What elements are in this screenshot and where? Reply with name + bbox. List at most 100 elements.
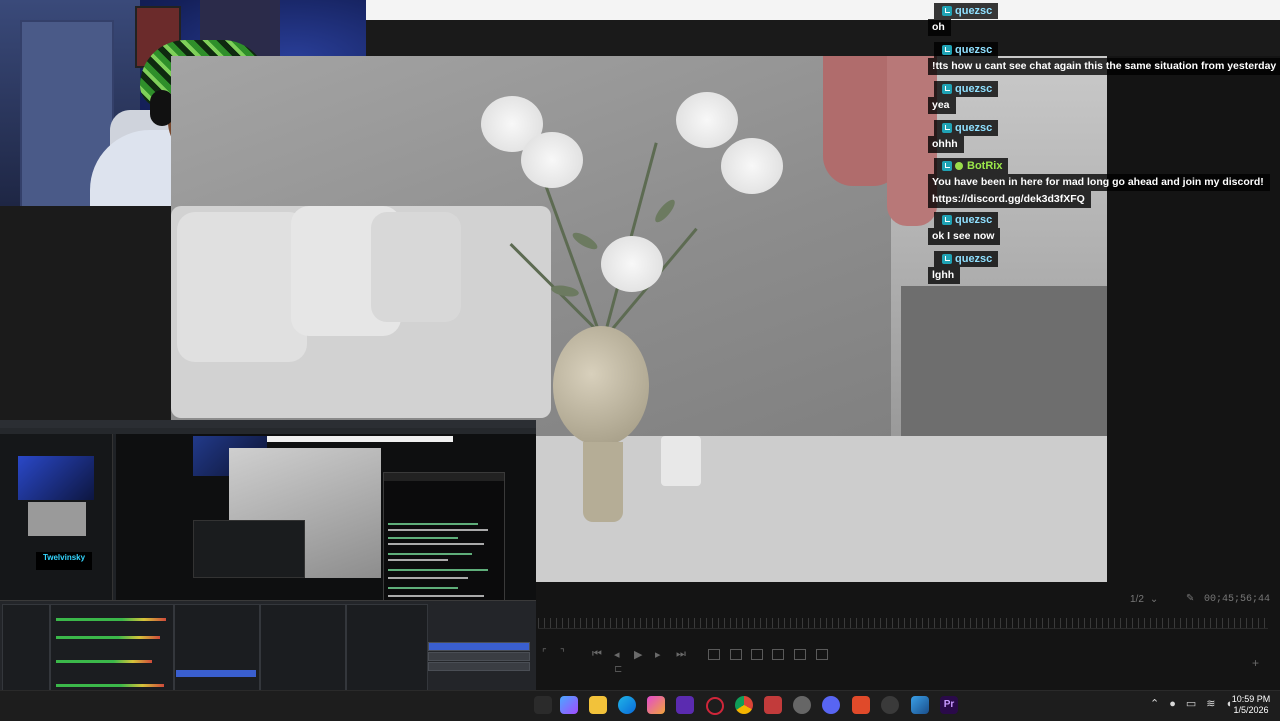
scene-flower — [601, 236, 663, 292]
chat-text: lghh — [928, 267, 961, 284]
chat-username: quezsc — [955, 83, 993, 95]
export-frame-icon[interactable] — [794, 649, 806, 660]
compare-view-icon[interactable] — [816, 649, 828, 660]
chat-text: oh — [928, 19, 951, 36]
page-indicator-text: 1/2 — [1130, 594, 1144, 605]
chat-message: quezsc yea — [928, 81, 999, 114]
step-back-icon[interactable]: ◂ — [614, 648, 620, 661]
obs-mini-chat-header — [384, 473, 504, 481]
bot-badge-icon — [955, 162, 963, 170]
chat-username: BotRix — [967, 160, 1003, 172]
obs-mini-nested — [193, 520, 305, 578]
chat-message: quezsc ohhh — [928, 120, 999, 153]
photos-icon[interactable] — [647, 696, 665, 714]
twitch-badge-icon — [942, 215, 952, 225]
chat-message: quezsc ok I see now — [928, 212, 1001, 245]
voicemod-icon[interactable] — [764, 696, 782, 714]
settings-icon[interactable] — [793, 696, 811, 714]
wrench-icon[interactable]: ✎ — [1186, 593, 1196, 604]
scene-leaf — [652, 197, 678, 225]
chat-message: quezsc !tts how u cant see chat again th… — [928, 42, 1280, 75]
obs-program-preview — [0, 434, 113, 600]
edge-icon[interactable] — [618, 696, 636, 714]
file-explorer-icon[interactable] — [589, 696, 607, 714]
chat-header: BotRix — [934, 158, 1009, 174]
obs-settings-button[interactable] — [428, 662, 530, 671]
chat-message: quezsc oh — [928, 3, 999, 36]
opera-icon[interactable] — [706, 697, 724, 715]
obs-start-recording-button[interactable] — [428, 652, 530, 661]
camera-icon[interactable] — [751, 649, 763, 660]
nzxt-icon[interactable] — [676, 696, 694, 714]
chevron-up-icon[interactable]: ⌃ — [1150, 698, 1159, 710]
clock-time: 10:59 PM — [1231, 694, 1271, 704]
snap-icon[interactable]: ⊏ — [614, 664, 622, 675]
chat-text: ok I see now — [928, 228, 1001, 245]
windows-taskbar — [0, 690, 1280, 721]
taskbar-app-icon[interactable] — [852, 696, 870, 714]
photo-viewer-icon[interactable] — [911, 696, 929, 714]
scene-pillow — [371, 212, 461, 322]
scene-vase-base — [583, 442, 623, 522]
chat-username: quezsc — [955, 122, 993, 134]
wifi-icon[interactable]: ≋ — [1206, 698, 1215, 710]
scene-stem — [544, 185, 602, 337]
timeline-ruler[interactable] — [538, 618, 1268, 628]
obs-start-streaming-button[interactable] — [428, 642, 530, 651]
page-indicator[interactable]: 1/2 ⌄ — [1130, 594, 1158, 605]
obs-preview-webcam — [18, 456, 94, 500]
step-forward-icon[interactable]: ▸ — [655, 648, 661, 661]
scene-flower — [521, 132, 583, 188]
insert-clip-icon[interactable] — [708, 649, 720, 660]
left-dark-panel — [0, 206, 171, 420]
chat-text: !tts how u cant see chat again this the … — [928, 58, 1280, 75]
obs-icon[interactable] — [881, 696, 899, 714]
chat-header: quezsc — [934, 42, 999, 58]
scene-flower — [676, 92, 738, 148]
skip-back-icon[interactable]: ⏮ — [592, 648, 602, 661]
chat-header: quezsc — [934, 3, 999, 19]
obs-mini-topbar — [267, 436, 453, 442]
skip-forward-icon[interactable]: ⏭ — [676, 648, 686, 661]
chat-header: quezsc — [934, 251, 999, 267]
discord-icon[interactable] — [822, 696, 840, 714]
chat-header: quezsc — [934, 212, 999, 228]
mark-out-icon[interactable]: ⌝ — [560, 648, 565, 659]
obs-titlebar — [0, 420, 536, 428]
chat-username: quezsc — [955, 44, 993, 56]
chat-text: yea — [928, 97, 956, 114]
chat-message: quezsc lghh — [928, 251, 999, 284]
chat-username: quezsc — [955, 253, 993, 265]
twitch-badge-icon — [942, 161, 952, 171]
premiere-pro-icon[interactable]: Pr — [940, 696, 958, 714]
clock-date: 1/5/2026 — [1233, 705, 1269, 715]
play-icon[interactable]: ▶ — [634, 648, 642, 661]
twitch-badge-icon — [942, 6, 952, 16]
chat-header: quezsc — [934, 120, 999, 136]
taskbar-clock[interactable]: 10:59 PM 1/5/2026 — [1226, 694, 1276, 716]
twitch-badge-icon — [942, 45, 952, 55]
mark-in-icon[interactable]: ⌜ — [542, 648, 547, 659]
copilot-icon[interactable] — [560, 696, 578, 714]
display-icon[interactable]: ▭ — [1186, 698, 1196, 710]
twitch-badge-icon — [942, 84, 952, 94]
mic-icon[interactable]: ● — [1169, 698, 1176, 710]
chat-username: quezsc — [955, 214, 993, 226]
scene-flower — [721, 138, 783, 194]
overwrite-clip-icon[interactable] — [730, 649, 742, 660]
obs-preview-video — [28, 502, 86, 536]
scene-leaf — [550, 283, 580, 299]
timecode: 00;45;56;44 — [1204, 594, 1271, 605]
timeline-baseline — [538, 628, 1268, 629]
obs-selected-scene[interactable] — [176, 670, 256, 677]
taskbar-app-icon[interactable] — [534, 696, 552, 714]
chat-username: quezsc — [955, 5, 993, 17]
editor-timeline-area — [536, 582, 1280, 690]
plus-icon[interactable]: + — [1252, 656, 1259, 670]
lift-icon[interactable] — [772, 649, 784, 660]
chevron-down-icon: ⌄ — [1149, 594, 1159, 605]
chat-header: quezsc — [934, 81, 999, 97]
chrome-icon[interactable] — [735, 696, 753, 714]
chat-link[interactable]: https://discord.gg/dek3d3fXFQ — [928, 191, 1091, 208]
twitch-badge-icon — [942, 123, 952, 133]
